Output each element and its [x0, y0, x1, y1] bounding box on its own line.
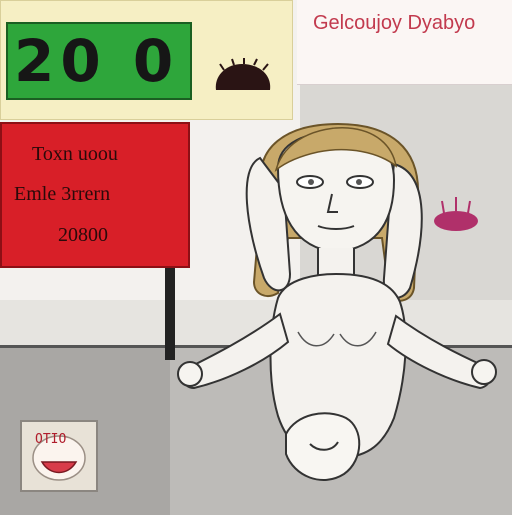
red-sign-line-3: 20800 [58, 224, 108, 246]
dark-blob-icon [215, 58, 271, 90]
score-value: 20 0 [14, 27, 180, 95]
red-sign-line-1: Toxn uoou [32, 143, 118, 165]
banner-text: Gelcoujoy Dyabyo [313, 12, 476, 34]
tile-text: OTIO [35, 432, 67, 447]
character-illustration [177, 122, 497, 481]
red-sign-line-2: Emle 3rrern [14, 183, 111, 205]
